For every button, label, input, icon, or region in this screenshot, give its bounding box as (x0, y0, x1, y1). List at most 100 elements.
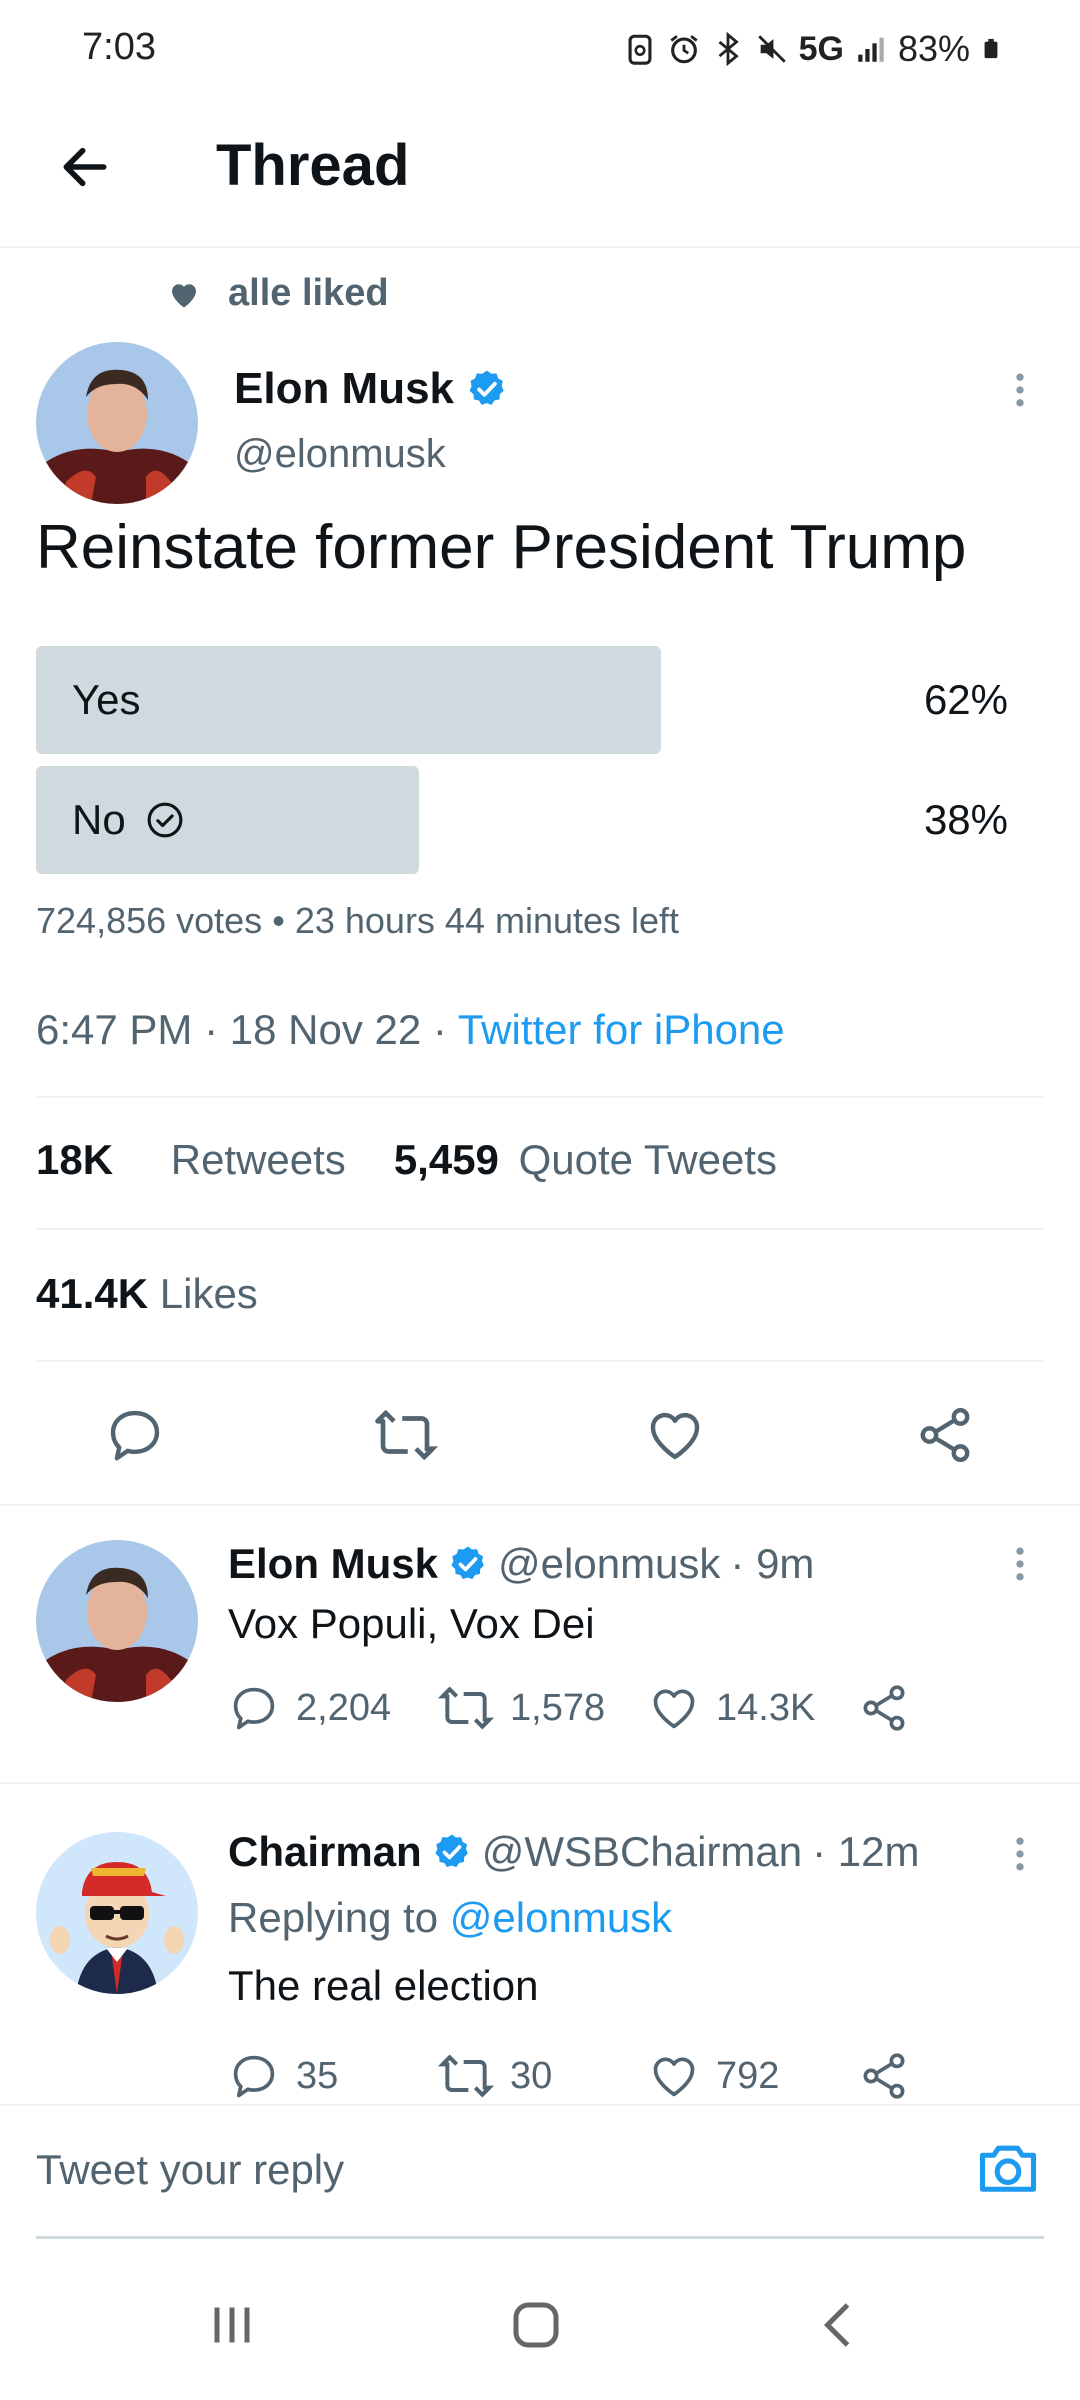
likes-count: 41.4K (36, 1270, 149, 1317)
tweet-source-link[interactable]: Twitter for iPhone (458, 1006, 785, 1053)
section-separator (0, 1504, 1080, 1506)
verified-badge-icon (435, 1834, 468, 1868)
timestamp-dot: · (432, 1006, 447, 1053)
more-options-button[interactable] (1000, 1542, 1040, 1591)
share-icon (863, 1685, 905, 1731)
more-vertical-icon (1016, 1837, 1024, 1871)
poll-option-label: Yes (72, 676, 141, 723)
avatar[interactable] (36, 342, 198, 504)
likes-stat[interactable]: 41.4K Likes (36, 1270, 258, 1318)
arrow-left-icon (63, 147, 107, 187)
tweet-time: 6:47 PM (36, 1006, 193, 1053)
retweet-button[interactable]: 1,578 (438, 1680, 648, 1736)
share-icon (920, 1408, 970, 1462)
replying-to-link[interactable]: @elonmusk (450, 1894, 672, 1941)
reply-author-name: Chairman (228, 1828, 422, 1875)
more-vertical-icon (1016, 373, 1024, 407)
reply-action-bar: 35 30 792 (228, 2048, 910, 2104)
avatar[interactable] (36, 1832, 198, 1994)
retweet-icon (438, 2054, 494, 2098)
reply-button[interactable]: 2,204 (228, 1682, 438, 1734)
home-button[interactable] (496, 2290, 576, 2360)
heart-icon (653, 1689, 695, 1729)
share-button[interactable] (900, 1390, 990, 1480)
status-time: 7:03 (82, 26, 156, 68)
bluetooth-icon (718, 32, 739, 66)
recents-icon (214, 2307, 250, 2343)
recents-button[interactable] (192, 2290, 272, 2360)
poll-meta: 724,856 votes • 23 hours 44 minutes left (36, 900, 679, 942)
divider (36, 1096, 1044, 1098)
tweet-action-bar (0, 1390, 1080, 1510)
reply-action-bar: 2,204 1,578 14.3K (228, 1680, 910, 1736)
reply-composer: Tweet your reply (0, 2104, 1080, 2240)
battery-icon (984, 38, 998, 59)
reply-header[interactable]: Chairman @WSBChairman · 12m (228, 1828, 919, 1876)
poll-time-left: 23 hours 44 minutes left (294, 900, 680, 941)
more-vertical-icon (1016, 1547, 1024, 1581)
more-options-button[interactable] (1000, 1832, 1040, 1881)
back-button[interactable] (50, 132, 120, 202)
reply-icon (110, 1410, 160, 1461)
retweets-label: Retweets (170, 1136, 346, 1183)
retweet-icon (375, 1409, 438, 1461)
like-count: 14.3K (716, 1686, 816, 1729)
avatar[interactable] (36, 1540, 198, 1702)
retweet-button[interactable]: 30 (438, 2048, 648, 2104)
like-button[interactable]: 792 (648, 2050, 858, 2102)
avatar-photo-icon (36, 1540, 198, 1702)
reply-author-handle: @elonmusk (498, 1540, 721, 1587)
share-button[interactable] (858, 2050, 910, 2102)
verified-badge-icon (451, 1546, 484, 1580)
author-name: Elon Musk (234, 364, 455, 413)
more-options-button[interactable] (1000, 368, 1040, 417)
quote-tweets-stat[interactable]: 5,459 Quote Tweets (394, 1136, 777, 1184)
poll-option-percent: 62% (923, 676, 1008, 723)
reply-count: 35 (296, 2054, 339, 2097)
reply-icon (233, 1687, 275, 1730)
retweets-stat[interactable]: 18K Retweets (36, 1136, 346, 1184)
system-nav-bar (0, 2250, 1080, 2400)
retweet-count: 30 (510, 2054, 553, 2097)
social-context[interactable]: alle liked (166, 272, 389, 315)
reply-header[interactable]: Elon Musk @elonmusk · 9m (228, 1540, 814, 1588)
share-button[interactable] (858, 1682, 910, 1734)
verified-badge-icon (469, 370, 504, 405)
quote-tweets-label: Quote Tweets (518, 1136, 777, 1183)
poll-votes: 724,856 votes (36, 900, 263, 941)
like-button[interactable] (630, 1390, 720, 1480)
tweet-date: 18 Nov 22 (229, 1006, 422, 1053)
reply-text: Vox Populi, Vox Dei (228, 1600, 595, 1647)
timestamp-dot: · (204, 1006, 219, 1053)
reply-age: · 12m (812, 1828, 920, 1875)
tweet-timestamp: 6:47 PM · 18 Nov 22 · Twitter for iPhone (36, 1006, 785, 1054)
likes-label: Likes (159, 1270, 258, 1317)
reply-button[interactable] (90, 1390, 180, 1480)
quote-tweets-count: 5,459 (393, 1136, 499, 1183)
replying-to: Replying to @elonmusk (228, 1894, 672, 1942)
status-icons: 5G 83% (623, 24, 1002, 74)
avatar-photo-icon (36, 342, 198, 504)
camera-button[interactable] (972, 2132, 1044, 2204)
reply-input[interactable]: Tweet your reply (36, 2146, 344, 2194)
network-label: 5G (798, 29, 844, 68)
poll-separator: • (272, 900, 285, 941)
alarm-icon (669, 35, 698, 64)
system-back-button[interactable] (800, 2290, 880, 2360)
battery-percent: 83% (897, 28, 970, 69)
heart-filled-icon (172, 283, 196, 307)
retweet-button[interactable] (360, 1390, 450, 1480)
share-icon (863, 2053, 905, 2099)
reply-button[interactable]: 35 (228, 2050, 438, 2102)
like-button[interactable]: 14.3K (648, 1682, 858, 1734)
reply-count: 2,204 (296, 1686, 392, 1729)
reply-author-name: Elon Musk (228, 1540, 439, 1587)
section-separator (0, 1782, 1080, 1784)
poll-option-percent: 38% (923, 796, 1008, 843)
author-name-row[interactable]: Elon Musk (234, 364, 508, 414)
home-icon (513, 2302, 559, 2348)
divider (36, 1360, 1044, 1362)
retweet-icon (438, 1686, 494, 1730)
engagement-stats: 18K Retweets 5,459 Quote Tweets (36, 1136, 777, 1184)
social-context-text: alle liked (228, 272, 389, 314)
